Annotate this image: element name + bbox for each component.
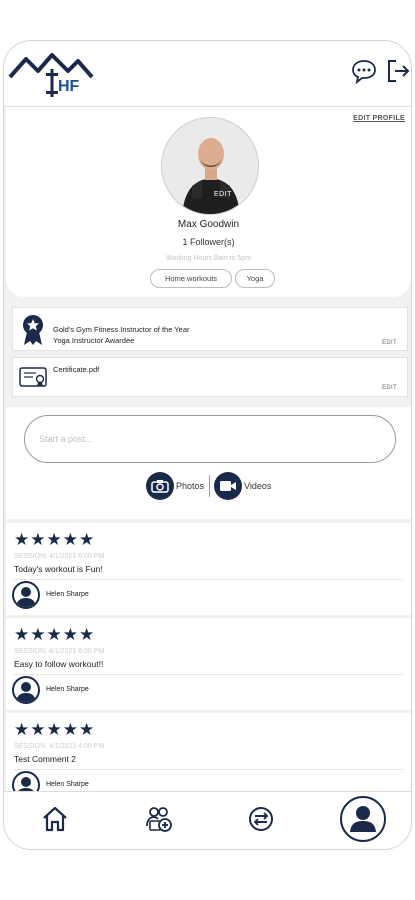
review-text: Today's workout is Fun! <box>14 564 103 574</box>
credential-award: Gold's Gym Fitness Instructor of the Yea… <box>12 307 408 351</box>
reviewer-avatar[interactable] <box>12 676 40 704</box>
svg-text:HF: HF <box>58 78 80 95</box>
transfer-icon[interactable] <box>246 804 276 834</box>
credential-line: Yoga Instructor Awardee <box>53 336 135 345</box>
reviewer-name[interactable]: Helen Sharpe <box>46 686 89 693</box>
videos-label: Videos <box>244 481 272 491</box>
app-logo[interactable]: HF <box>8 47 94 101</box>
profile-avatar[interactable] <box>161 117 259 215</box>
rating-stars: ★★★★★ <box>14 720 96 739</box>
add-trainer-icon[interactable] <box>144 804 174 834</box>
media-divider <box>209 475 210 497</box>
session-timestamp: SESSION, 4/1/2021 4:00 PM <box>14 743 105 750</box>
credential-edit-button[interactable]: EDIT <box>382 385 397 391</box>
post-composer: Start a post... Photos Videos <box>6 407 411 519</box>
followers-count[interactable]: 1 Follower(s) <box>6 237 411 247</box>
bottom-nav <box>4 791 411 849</box>
profile-icon[interactable] <box>340 796 386 842</box>
tag-yoga[interactable]: Yoga <box>235 269 275 288</box>
credential-edit-button[interactable]: EDIT <box>382 340 397 346</box>
photos-button[interactable]: Photos <box>146 471 204 501</box>
certificate-icon <box>19 366 47 388</box>
credential-certificate: Certificate.pdf EDIT <box>12 357 408 397</box>
review-divider <box>14 674 403 675</box>
review-text: Test Comment 2 <box>14 754 76 764</box>
session-timestamp: SESSION, 4/1/2021 6:00 PM <box>14 553 105 560</box>
chat-bubble-icon[interactable] <box>350 57 378 85</box>
profile-card: EDIT PROFILE EDIT Max Goodwin 1 Follower… <box>6 107 411 297</box>
rating-stars: ★★★★★ <box>14 530 96 549</box>
start-post-input[interactable]: Start a post... <box>24 415 396 463</box>
logout-icon[interactable] <box>384 57 411 85</box>
profile-name: Max Goodwin <box>177 219 240 230</box>
edit-profile-link[interactable]: EDIT PROFILE <box>353 115 405 122</box>
avatar-edit-label[interactable]: EDIT <box>214 191 232 198</box>
camera-icon <box>146 472 174 500</box>
reviewer-name[interactable]: Helen Sharpe <box>46 781 89 788</box>
tag-home-workouts[interactable]: Home workouts <box>150 269 232 288</box>
working-hours: Working Hours 8am to 5pm <box>165 255 252 262</box>
review-divider <box>14 769 403 770</box>
credential-line: Gold's Gym Fitness Instructor of the Yea… <box>53 325 190 334</box>
app-screen: HF EDIT PROFILE EDIT Max Goodwin 1 Follo… <box>3 40 412 850</box>
review-card: ★★★★★ SESSION, 4/1/2021 6:00 PM Today's … <box>6 523 411 615</box>
review-text: Easy to follow workout!! <box>14 659 104 669</box>
rating-stars: ★★★★★ <box>14 625 96 644</box>
top-bar: HF <box>4 41 411 107</box>
credential-text: Gold's Gym Fitness Instructor of the Yea… <box>53 324 190 346</box>
reviewer-name[interactable]: Helen Sharpe <box>46 591 89 598</box>
home-icon[interactable] <box>40 804 70 834</box>
session-timestamp: SESSION, 4/1/2021 6:00 PM <box>14 648 105 655</box>
video-camera-icon <box>214 472 242 500</box>
videos-button[interactable]: Videos <box>214 471 271 501</box>
review-card: ★★★★★ SESSION, 4/1/2021 6:00 PM Easy to … <box>6 618 411 710</box>
reviewer-avatar[interactable] <box>12 581 40 609</box>
review-divider <box>14 579 403 580</box>
credential-file-name[interactable]: Certificate.pdf <box>53 364 99 375</box>
photos-label: Photos <box>176 481 205 491</box>
award-ribbon-icon <box>21 314 45 346</box>
